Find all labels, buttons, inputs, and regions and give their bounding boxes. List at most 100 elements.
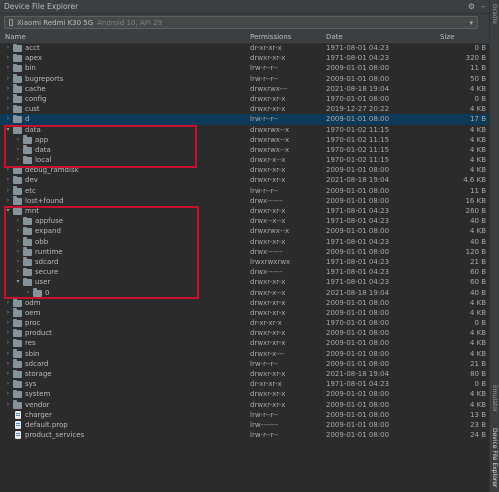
folder-row[interactable]: › bugreports lrw-r--r-- 2009-01-01 08:00 50 … <box>0 74 489 84</box>
file-row[interactable]: product_services lrw-r--r-- 2009-01-01 08:… <box>0 430 489 440</box>
folder-row[interactable]: › d lrw-r--r-- 2009-01-01 08:00 17 B <box>0 114 489 125</box>
minimize-icon[interactable]: – <box>481 2 485 11</box>
folder-row[interactable]: › dev drwxr-xr-x 2021-08-18 19:04 4.6 KB <box>0 175 489 185</box>
chevron-down-icon[interactable]: ▾ <box>5 206 11 216</box>
folder-row[interactable]: ▾ mnt drwxr-xr-x 1971-08-01 04:23 260 B <box>0 206 489 216</box>
folder-row[interactable]: › lost+found drwx------ 2009-01-01 08:00 16 … <box>0 196 489 206</box>
row-size: 4 KB <box>469 390 486 399</box>
folder-row[interactable]: › runtime drwx------ 2009-01-01 08:00 120 B <box>0 247 489 257</box>
chevron-right-icon[interactable]: › <box>15 155 21 165</box>
folder-row[interactable]: › debug_ramdisk drwxr-xr-x 2009-01-01 08:00… <box>0 165 489 175</box>
chevron-right-icon[interactable]: › <box>15 145 21 155</box>
folder-row[interactable]: › app drwxrwx--x 1970-01-02 11:15 4 KB <box>0 135 489 145</box>
chevron-right-icon[interactable]: › <box>25 288 31 298</box>
folder-row[interactable]: › config drwxr-xr-x 1970-01-01 08:00 0 B <box>0 94 489 104</box>
folder-row[interactable]: › proc dr-xr-xr-x 1970-01-01 08:00 0 B <box>0 318 489 328</box>
chevron-right-icon[interactable]: › <box>15 216 21 226</box>
folder-row[interactable]: › odm drwxr-xr-x 2009-01-01 08:00 4 KB <box>0 298 489 308</box>
row-date: 2009-01-01 08:00 <box>326 349 390 358</box>
chevron-right-icon[interactable]: › <box>5 359 11 369</box>
device-selector[interactable]: Xiaomi Redmi K30 5G Android 10, API 29 ▾ <box>4 16 478 29</box>
folder-row[interactable]: › acct dr-xr-xr-x 1971-08-01 04:23 0 B <box>0 43 489 53</box>
row-date: 1970-01-02 11:15 <box>326 135 390 144</box>
folder-row[interactable]: › vendor drwxr-xr-x 2009-01-01 08:00 4 KB <box>0 400 489 410</box>
chevron-down-icon[interactable]: ▾ <box>15 277 21 287</box>
folder-row[interactable]: › sdcard lrw-r--r-- 2009-01-01 08:00 21 B <box>0 359 489 369</box>
folder-row[interactable]: › res drwxr-xr-x 2009-01-01 08:00 4 KB <box>0 338 489 348</box>
chevron-right-icon[interactable]: › <box>5 379 11 389</box>
folder-row[interactable]: › storage drwxr-xr-x 2021-08-18 19:04 80 B <box>0 369 489 379</box>
chevron-right-icon[interactable]: › <box>5 114 11 124</box>
folder-row[interactable]: › local drwxr-x--x 1970-01-02 11:15 4 KB <box>0 155 489 165</box>
folder-row[interactable]: › sys dr-xr-xr-x 1971-08-01 04:23 0 B <box>0 379 489 389</box>
chevron-right-icon[interactable]: › <box>5 94 11 104</box>
column-size[interactable]: Size <box>440 33 454 41</box>
folder-row[interactable]: › product drwxr-xr-x 2009-01-01 08:00 4 KB <box>0 328 489 338</box>
folder-row[interactable]: › obb drwxr-xr-x 1971-08-01 04:23 40 B <box>0 237 489 247</box>
folder-icon <box>23 247 32 256</box>
folder-row[interactable]: ▾ user drwxr-xr-x 1971-08-01 04:23 60 B <box>0 277 489 287</box>
column-name[interactable]: Name <box>5 33 26 41</box>
folder-row[interactable]: › expand drwxrwx--x 2009-01-01 08:00 4 KB <box>0 226 489 236</box>
side-tab-emulator[interactable]: Emulator <box>491 385 498 412</box>
folder-row[interactable]: ▾ data drwxrwx--x 1970-01-02 11:15 4 KB <box>0 125 489 135</box>
chevron-right-icon[interactable]: › <box>15 237 21 247</box>
chevron-right-icon[interactable]: › <box>5 43 11 53</box>
chevron-right-icon[interactable]: › <box>5 84 11 94</box>
row-name: bugreports <box>25 74 64 83</box>
chevron-right-icon[interactable]: › <box>5 338 11 348</box>
row-permissions: drwx------ <box>250 268 283 277</box>
folder-row[interactable]: › bin lrw-r--r-- 2009-01-01 08:00 11 B <box>0 63 489 73</box>
file-row[interactable]: default.prop lrw------- 2009-01-01 08:00 23… <box>0 420 489 430</box>
folder-row[interactable]: › sbin drwxr-x--- 2009-01-01 08:00 4 KB <box>0 349 489 359</box>
chevron-right-icon[interactable]: › <box>5 196 11 206</box>
chevron-right-icon[interactable]: › <box>5 389 11 399</box>
folder-row[interactable]: › apex drwxr-xr-x 1971-08-01 04:23 320 B <box>0 53 489 63</box>
folder-row[interactable]: › etc lrw-r--r-- 2009-01-01 08:00 11 B <box>0 186 489 196</box>
row-date: 2009-01-01 08:00 <box>326 247 390 256</box>
folder-row[interactable]: › appfuse drwx--x--x 1971-08-01 04:23 40 B <box>0 216 489 226</box>
device-name: Xiaomi Redmi K30 5G <box>17 18 94 27</box>
row-permissions: dr-xr-xr-x <box>250 319 282 328</box>
row-permissions: drwxrwx--x <box>250 227 290 236</box>
chevron-right-icon[interactable]: › <box>5 53 11 63</box>
column-permissions[interactable]: Permissions <box>250 33 291 41</box>
row-name: charger <box>25 410 52 419</box>
row-name: data <box>25 125 41 134</box>
side-tab-device-file-explorer[interactable]: Device File Explorer <box>491 428 498 487</box>
file-row[interactable]: charger lrw-r--r-- 2009-01-01 08:00 13 B <box>0 410 489 420</box>
row-permissions: drwxr-xr-x <box>250 94 286 103</box>
chevron-right-icon[interactable]: › <box>5 298 11 308</box>
chevron-right-icon[interactable]: › <box>15 135 21 145</box>
chevron-right-icon[interactable]: › <box>5 349 11 359</box>
folder-row[interactable]: › oem drwxr-xr-x 2009-01-01 08:00 4 KB <box>0 308 489 318</box>
chevron-right-icon[interactable]: › <box>15 226 21 236</box>
chevron-right-icon[interactable]: › <box>5 74 11 84</box>
chevron-right-icon[interactable]: › <box>5 308 11 318</box>
chevron-right-icon[interactable]: › <box>5 165 11 175</box>
side-tab-gradle[interactable]: Gradle <box>491 4 498 24</box>
chevron-right-icon[interactable]: › <box>5 63 11 73</box>
column-date[interactable]: Date <box>326 33 343 41</box>
folder-row[interactable]: › cache drwxrwx--- 2021-08-18 19:04 4 KB <box>0 84 489 94</box>
folder-icon <box>13 298 22 307</box>
chevron-right-icon[interactable]: › <box>5 369 11 379</box>
chevron-right-icon[interactable]: › <box>5 400 11 410</box>
chevron-right-icon[interactable]: › <box>15 257 21 267</box>
chevron-down-icon[interactable]: ▾ <box>5 125 11 135</box>
chevron-right-icon[interactable]: › <box>5 104 11 114</box>
folder-row[interactable]: › system drwxr-xr-x 2009-01-01 08:00 4 KB <box>0 389 489 399</box>
folder-row[interactable]: › cust drwxr-xr-x 2019-12-27 20:22 4 KB <box>0 104 489 114</box>
chevron-right-icon[interactable]: › <box>5 175 11 185</box>
folder-row[interactable]: › data drwxrwx--x 1970-01-02 11:15 4 KB <box>0 145 489 155</box>
folder-row[interactable]: › 0 drwxr-x--x 2021-08-18 19:04 40 B <box>0 288 489 298</box>
row-name: cache <box>25 84 46 93</box>
gear-icon[interactable]: ⚙ <box>468 2 475 11</box>
chevron-right-icon[interactable]: › <box>15 267 21 277</box>
chevron-right-icon[interactable]: › <box>5 318 11 328</box>
folder-row[interactable]: › sdcard lrwxrwxrwx 1971-08-01 04:23 21 B <box>0 257 489 267</box>
chevron-right-icon[interactable]: › <box>5 186 11 196</box>
chevron-right-icon[interactable]: › <box>15 247 21 257</box>
chevron-right-icon[interactable]: › <box>5 328 11 338</box>
folder-row[interactable]: › secure drwx------ 1971-08-01 04:23 60 B <box>0 267 489 277</box>
